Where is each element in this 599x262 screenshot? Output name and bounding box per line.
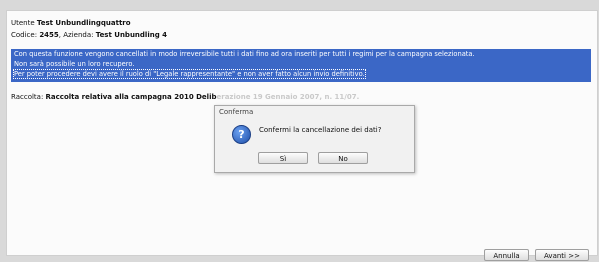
user-name: Test Unbundlingquattro [36, 19, 131, 27]
question-icon: ? [232, 125, 251, 144]
code-label: Codice: [11, 31, 40, 39]
company-line: Codice: 2455, Azienda: Test Unbundling 4 [11, 31, 167, 40]
yes-button[interactable]: Sì [258, 152, 308, 164]
cancel-button[interactable]: Annulla [484, 249, 529, 261]
raccolta-line: Raccolta: Raccolta relativa alla campagn… [11, 93, 359, 101]
user-label: Utente [11, 19, 37, 27]
next-button[interactable]: Avanti >> [535, 249, 589, 261]
notice-line-3: Per poter procedere devi avere il ruolo … [13, 69, 366, 79]
dialog-message: Confermi la cancellazione dei dati? [259, 126, 382, 134]
confirm-dialog: Conferma ? Confermi la cancellazione dei… [214, 105, 415, 173]
company-label: , Azienda: [58, 31, 96, 39]
main-page: Utente Test Unbundlingquattro Codice: 24… [6, 10, 598, 261]
raccolta-value: Raccolta relativa alla campagna 2010 Del… [45, 93, 217, 101]
notice-line-1: Con questa funzione vengono cancellati i… [14, 50, 475, 58]
raccolta-value-obscured: erazione 19 Gennaio 2007, n. 11/07. [216, 93, 360, 101]
user-line: Utente Test Unbundlingquattro [11, 19, 131, 28]
code-value: 2455 [39, 31, 59, 39]
warning-notice: Con questa funzione vengono cancellati i… [11, 49, 591, 82]
dialog-title: Conferma [219, 108, 254, 116]
no-button[interactable]: No [318, 152, 368, 164]
notice-line-2: Non sarà possibile un loro recupero. [14, 60, 135, 68]
company-name: Test Unbundling 4 [95, 31, 168, 39]
raccolta-label: Raccolta: [11, 93, 46, 101]
